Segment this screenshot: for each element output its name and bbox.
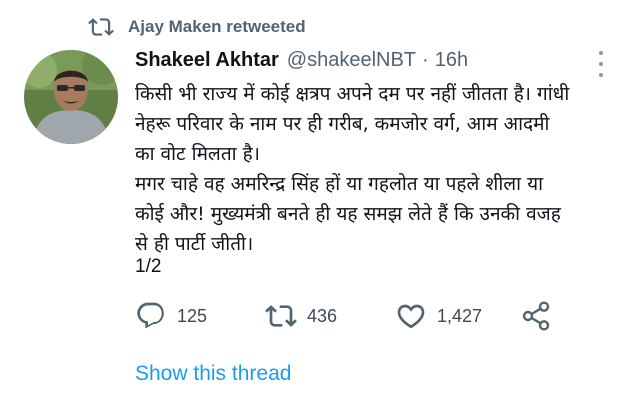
tweet-text: किसी भी राज्य में कोई क्षत्रप अपने दम पर…: [135, 79, 605, 259]
like-count: 1,427: [437, 305, 483, 326]
show-thread-link[interactable]: Show this thread: [135, 362, 291, 386]
reply-count: 125: [177, 305, 208, 326]
tweet-header: Shakeel Akhtar @shakeelNBT · 16h: [135, 49, 468, 72]
tweet-paragraph: किसी भी राज्य में कोई क्षत्रप अपने दम पर…: [135, 83, 570, 165]
retweet-icon: [88, 18, 114, 36]
author-name[interactable]: Shakeel Akhtar: [135, 49, 279, 72]
author-handle[interactable]: @shakeelNBT: [287, 49, 416, 72]
tweet-time[interactable]: 16h: [435, 49, 468, 72]
heart-icon: [397, 304, 425, 329]
tweet-paragraph: मगर चाहे वह अमरिन्द्र सिंह हों या गहलोत …: [135, 173, 561, 255]
share-button[interactable]: [520, 300, 552, 332]
more-options-icon[interactable]: [596, 51, 606, 77]
retweet-icon: [265, 305, 297, 327]
retweet-button[interactable]: 436: [265, 300, 395, 332]
retweet-header: Ajay Maken retweeted: [88, 14, 306, 40]
thread-counter: 1/2: [135, 256, 162, 277]
retweet-label[interactable]: Ajay Maken retweeted: [128, 17, 306, 37]
reply-icon: [137, 302, 164, 329]
tweet-actions: 125 436 1,427: [135, 300, 552, 332]
like-button[interactable]: 1,427: [395, 300, 520, 332]
retweet-count: 436: [307, 305, 338, 326]
avatar-photo: [24, 50, 118, 144]
avatar[interactable]: [24, 50, 118, 144]
share-icon: [522, 301, 550, 331]
separator-dot: ·: [422, 49, 429, 71]
reply-button[interactable]: 125: [135, 300, 265, 332]
